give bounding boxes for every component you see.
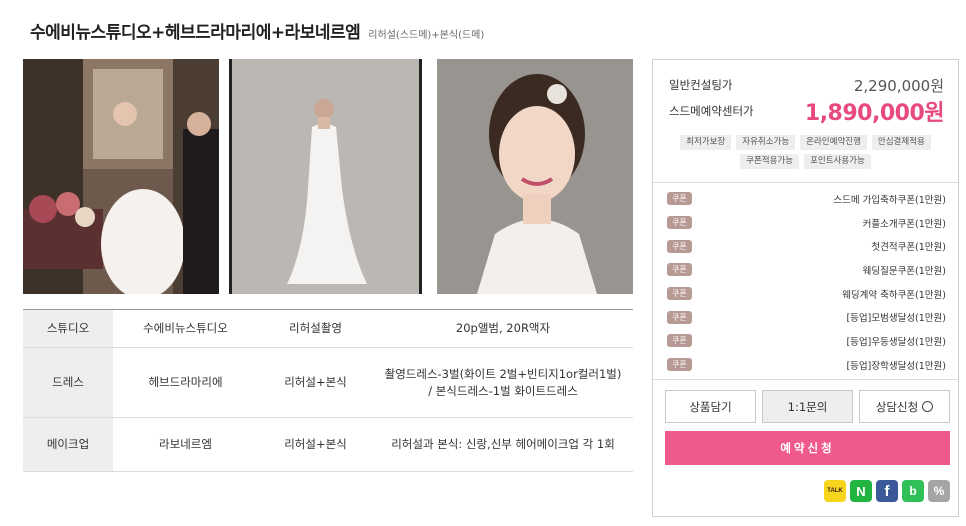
- vendor-cell: 헤브드라마리에: [113, 347, 258, 418]
- link-icon[interactable]: %: [928, 480, 950, 502]
- table-row: 메이크업 라보네르엠 리허설+본식 리허설과 본식: 신랑,신부 헤어메이크업 …: [23, 417, 633, 472]
- list-item[interactable]: 쿠폰 [등업]모범생달성(1만원): [667, 305, 946, 329]
- coupon-badge: 쿠폰: [667, 192, 692, 206]
- bride-gown-photo[interactable]: [229, 59, 422, 294]
- general-price-row: 일반컨설팅가 2,290,000원: [669, 74, 944, 96]
- list-item[interactable]: 쿠폰 커플소개쿠폰(1만원): [667, 211, 946, 235]
- photo-gallery: [23, 59, 633, 294]
- list-item[interactable]: 쿠폰 [등업]우등생달성(1만원): [667, 329, 946, 353]
- type-cell: 리허설+본식: [258, 417, 373, 472]
- coupon-badge: 쿠폰: [667, 216, 692, 230]
- category-cell: 드레스: [23, 347, 113, 418]
- divider: [653, 379, 958, 380]
- coupon-badge: 쿠폰: [667, 239, 692, 253]
- category-cell: 스튜디오: [23, 309, 113, 348]
- naver-icon[interactable]: N: [850, 480, 872, 502]
- benefit-tag: 최저가보장: [680, 135, 732, 150]
- general-price-label: 일반컨설팅가: [669, 78, 733, 92]
- vendor-cell: 수에비뉴스튜디오: [113, 309, 258, 348]
- whatsapp-icon: [922, 401, 934, 412]
- bride-portrait-photo[interactable]: [437, 59, 633, 294]
- list-item[interactable]: 쿠폰 웨딩질문쿠폰(1만원): [667, 258, 946, 282]
- action-buttons: 상품담기 1:1문의 상담신청: [665, 390, 950, 423]
- vendor-cell: 라보네르엠: [113, 417, 258, 472]
- benefit-tags: 최저가보장 자유취소가능 온라인예약진행 안심결제적용 쿠폰적용가능 포인트사용…: [667, 135, 944, 169]
- wedding-couple-photo[interactable]: [23, 59, 219, 294]
- product-title: 수에비뉴스튜디오+헤브드라마리에+라보네르엠: [30, 23, 361, 43]
- inquiry-button-label: 1:1문의: [787, 399, 828, 414]
- sdm-price-label: 스드메예약센터가: [669, 104, 754, 118]
- category-cell: 메이크업: [23, 417, 113, 472]
- list-item[interactable]: 쿠폰 [등업]장학생달성(1만원): [667, 353, 946, 377]
- coupon-name: 웨딩질문쿠폰(1만원): [862, 265, 946, 277]
- divider: [653, 182, 958, 183]
- benefit-tag: 온라인예약진행: [800, 135, 867, 150]
- coupon-name: [등업]모범생달성(1만원): [846, 313, 946, 325]
- benefit-tag: 자유취소가능: [736, 135, 796, 150]
- product-header: 수에비뉴스튜디오+헤브드라마리에+라보네르엠 리허설(스드메)+본식(드메): [30, 18, 484, 46]
- coupon-name: [등업]우등생달성(1만원): [846, 336, 946, 348]
- booking-panel: 일반컨설팅가 2,290,000원 스드메예약센터가 1,890,000원 최저…: [652, 59, 959, 517]
- inquiry-button[interactable]: 1:1문의: [762, 390, 853, 423]
- kakaotalk-icon[interactable]: TALK: [824, 480, 846, 502]
- band-icon[interactable]: b: [902, 480, 924, 502]
- coupon-badge: 쿠폰: [667, 287, 692, 301]
- sdm-price-row: 스드메예약센터가 1,890,000원: [669, 97, 945, 126]
- general-price-value: 2,290,000원: [853, 76, 944, 95]
- sdm-price-value: 1,890,000원: [804, 101, 945, 126]
- reserve-button[interactable]: 예약신청: [665, 431, 950, 465]
- table-row: 드레스 헤브드라마리에 리허설+본식 촬영드레스-3벌(화이트 2벌+빈티지1o…: [23, 347, 633, 418]
- coupon-badge: 쿠폰: [667, 358, 692, 372]
- package-info-table: 스튜디오 수에비뉴스튜디오 리허설촬영 20p앨범, 20R액자 드레스 헤브드…: [23, 309, 633, 472]
- coupon-badge: 쿠폰: [667, 263, 692, 277]
- detail-cell: 촬영드레스-3벌(화이트 2벌+빈티지1or컬러1벌) / 본식드레스-1벌 화…: [373, 347, 633, 418]
- list-item[interactable]: 쿠폰 첫견적쿠폰(1만원): [667, 234, 946, 258]
- detail-cell: 리허설과 본식: 신랑,신부 헤어메이크업 각 1회: [373, 417, 633, 472]
- product-subtitle: 리허설(스드메)+본식(드메): [368, 30, 485, 41]
- coupon-name: 커플소개쿠폰(1만원): [862, 218, 946, 230]
- detail-cell: 20p앨범, 20R액자: [373, 309, 633, 348]
- type-cell: 리허설+본식: [258, 347, 373, 418]
- consult-button-label: 상담신청: [875, 399, 919, 414]
- coupon-name: 웨딩계약 축하쿠폰(1만원): [842, 289, 946, 301]
- benefit-tag: 쿠폰적용가능: [740, 154, 800, 169]
- coupon-badge: 쿠폰: [667, 334, 692, 348]
- type-cell: 리허설촬영: [258, 309, 373, 348]
- consult-button[interactable]: 상담신청: [859, 390, 950, 423]
- coupon-name: 첫견적쿠폰(1만원): [871, 242, 946, 254]
- list-item[interactable]: 쿠폰 웨딩계약 축하쿠폰(1만원): [667, 282, 946, 306]
- list-item[interactable]: 쿠폰 스드메 가입축하쿠폰(1만원): [667, 187, 946, 211]
- share-icons: TALK N f b %: [824, 480, 950, 502]
- coupon-list: 쿠폰 스드메 가입축하쿠폰(1만원) 쿠폰 커플소개쿠폰(1만원) 쿠폰 첫견적…: [667, 187, 946, 377]
- wishlist-button-label: 상품담기: [689, 399, 732, 414]
- coupon-name: [등업]장학생달성(1만원): [846, 360, 946, 372]
- facebook-icon[interactable]: f: [876, 480, 898, 502]
- wishlist-button[interactable]: 상품담기: [665, 390, 756, 423]
- coupon-name: 스드메 가입축하쿠폰(1만원): [833, 194, 946, 206]
- table-row: 스튜디오 수에비뉴스튜디오 리허설촬영 20p앨범, 20R액자: [23, 309, 633, 348]
- coupon-badge: 쿠폰: [667, 310, 692, 324]
- benefit-tag: 포인트사용가능: [804, 154, 871, 169]
- benefit-tag: 안심결제적용: [871, 135, 931, 150]
